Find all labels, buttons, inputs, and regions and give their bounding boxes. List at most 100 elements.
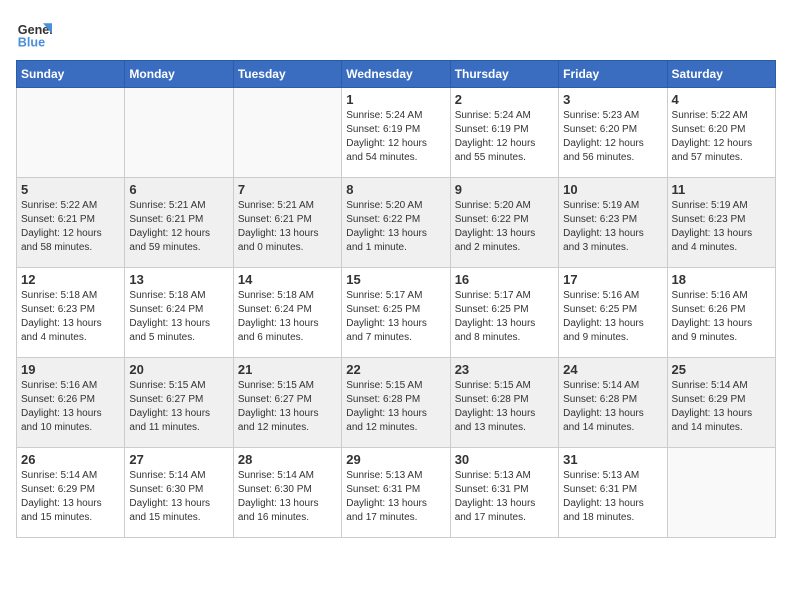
day-info: Sunrise: 5:13 AM Sunset: 6:31 PM Dayligh… (346, 469, 445, 525)
calendar-cell: 2Sunrise: 5:24 AM Sunset: 6:19 PM Daylig… (450, 88, 558, 178)
day-number: 19 (21, 362, 120, 377)
day-number: 7 (238, 182, 337, 197)
calendar-cell: 26 Sunrise: 5:14 AM Sunset: 6:29 PM Dayli… (17, 448, 125, 538)
day-number: 8 (346, 182, 445, 197)
logo: General Blue (16, 16, 52, 52)
day-info: Sunrise: 5:15 AM Sunset: 6:28 PM Dayligh… (455, 379, 554, 435)
day-number: 20 (129, 362, 228, 377)
day-info: Sunrise: 5:16 AM Sunset: 6:26 PM Dayligh… (21, 379, 120, 435)
day-number: 14 (238, 272, 337, 287)
day-number: 15 (346, 272, 445, 287)
day-info: Sunrise: 5:19 AM Sunset: 6:23 PM Dayligh… (563, 199, 662, 255)
day-info: Sunrise: 5:16 AM Sunset: 6:25 PM Dayligh… (563, 289, 662, 345)
calendar-cell: 3 Sunrise: 5:23 AM Sunset: 6:20 PM Daylig… (559, 88, 667, 178)
calendar-cell (667, 448, 775, 538)
day-info: Sunrise: 5:15 AM Sunset: 6:27 PM Dayligh… (238, 379, 337, 435)
day-info: Sunrise: 5:18 AM Sunset: 6:23 PM Dayligh… (21, 289, 120, 345)
calendar-cell: 14 Sunrise: 5:18 AM Sunset: 6:24 PM Dayli… (233, 268, 341, 358)
day-info: Sunrise: 5:13 AM Sunset: 6:31 PM Dayligh… (455, 469, 554, 525)
calendar-cell: 12 Sunrise: 5:18 AM Sunset: 6:23 PM Dayli… (17, 268, 125, 358)
day-number: 18 (672, 272, 771, 287)
day-number: 16 (455, 272, 554, 287)
day-number: 23 (455, 362, 554, 377)
day-of-week-header: Saturday (667, 61, 775, 88)
day-info: Sunrise: 5:15 AM Sunset: 6:27 PM Dayligh… (129, 379, 228, 435)
day-number: 12 (21, 272, 120, 287)
day-info: Sunrise: 5:19 AM Sunset: 6:23 PM Dayligh… (672, 199, 771, 255)
calendar-cell: 22 Sunrise: 5:15 AM Sunset: 6:28 PM Dayli… (342, 358, 450, 448)
calendar-cell: 17Sunrise: 5:16 AM Sunset: 6:25 PM Dayli… (559, 268, 667, 358)
day-info: Sunrise: 5:22 AM Sunset: 6:20 PM Dayligh… (672, 109, 771, 165)
day-info: Sunrise: 5:14 AM Sunset: 6:30 PM Dayligh… (129, 469, 228, 525)
day-info: Sunrise: 5:14 AM Sunset: 6:30 PM Dayligh… (238, 469, 337, 525)
calendar-cell: 25 Sunrise: 5:14 AM Sunset: 6:29 PM Dayli… (667, 358, 775, 448)
calendar-cell: 27 Sunrise: 5:14 AM Sunset: 6:30 PM Dayli… (125, 448, 233, 538)
day-info: Sunrise: 5:18 AM Sunset: 6:24 PM Dayligh… (129, 289, 228, 345)
day-info: Sunrise: 5:21 AM Sunset: 6:21 PM Dayligh… (238, 199, 337, 255)
day-number: 11 (672, 182, 771, 197)
calendar-cell: 10 Sunrise: 5:19 AM Sunset: 6:23 PM Dayli… (559, 178, 667, 268)
day-info: Sunrise: 5:23 AM Sunset: 6:20 PM Dayligh… (563, 109, 662, 165)
day-of-week-header: Thursday (450, 61, 558, 88)
day-number: 29 (346, 452, 445, 467)
calendar-cell: 11 Sunrise: 5:19 AM Sunset: 6:23 PM Dayli… (667, 178, 775, 268)
calendar-cell (17, 88, 125, 178)
day-number: 26 (21, 452, 120, 467)
calendar-cell: 4Sunrise: 5:22 AM Sunset: 6:20 PM Daylig… (667, 88, 775, 178)
calendar-cell: 5 Sunrise: 5:22 AM Sunset: 6:21 PM Daylig… (17, 178, 125, 268)
day-info: Sunrise: 5:20 AM Sunset: 6:22 PM Dayligh… (455, 199, 554, 255)
calendar-cell: 31 Sunrise: 5:13 AM Sunset: 6:31 PM Dayli… (559, 448, 667, 538)
day-number: 21 (238, 362, 337, 377)
logo-icon: General Blue (16, 16, 52, 52)
day-number: 28 (238, 452, 337, 467)
day-number: 5 (21, 182, 120, 197)
page-header: General Blue (16, 16, 776, 52)
day-info: Sunrise: 5:21 AM Sunset: 6:21 PM Dayligh… (129, 199, 228, 255)
calendar-cell: 1 Sunrise: 5:24 AM Sunset: 6:19 PM Daylig… (342, 88, 450, 178)
day-info: Sunrise: 5:24 AM Sunset: 6:19 PM Dayligh… (346, 109, 445, 165)
calendar-cell: 19 Sunrise: 5:16 AM Sunset: 6:26 PM Dayli… (17, 358, 125, 448)
day-number: 9 (455, 182, 554, 197)
calendar-cell: 15 Sunrise: 5:17 AM Sunset: 6:25 PM Dayli… (342, 268, 450, 358)
svg-text:Blue: Blue (18, 36, 45, 50)
calendar-cell: 20 Sunrise: 5:15 AM Sunset: 6:27 PM Dayli… (125, 358, 233, 448)
day-info: Sunrise: 5:18 AM Sunset: 6:24 PM Dayligh… (238, 289, 337, 345)
day-of-week-header: Wednesday (342, 61, 450, 88)
day-info: Sunrise: 5:13 AM Sunset: 6:31 PM Dayligh… (563, 469, 662, 525)
day-of-week-header: Sunday (17, 61, 125, 88)
day-info: Sunrise: 5:24 AM Sunset: 6:19 PM Dayligh… (455, 109, 554, 165)
calendar-cell: 13 Sunrise: 5:18 AM Sunset: 6:24 PM Dayli… (125, 268, 233, 358)
day-number: 10 (563, 182, 662, 197)
day-info: Sunrise: 5:17 AM Sunset: 6:25 PM Dayligh… (455, 289, 554, 345)
day-of-week-header: Tuesday (233, 61, 341, 88)
calendar-cell: 16 Sunrise: 5:17 AM Sunset: 6:25 PM Dayli… (450, 268, 558, 358)
day-number: 31 (563, 452, 662, 467)
day-of-week-header: Friday (559, 61, 667, 88)
calendar-cell: 7 Sunrise: 5:21 AM Sunset: 6:21 PM Daylig… (233, 178, 341, 268)
day-info: Sunrise: 5:14 AM Sunset: 6:29 PM Dayligh… (672, 379, 771, 435)
day-number: 25 (672, 362, 771, 377)
day-info: Sunrise: 5:20 AM Sunset: 6:22 PM Dayligh… (346, 199, 445, 255)
calendar-table: SundayMondayTuesdayWednesdayThursdayFrid… (16, 60, 776, 538)
calendar-cell: 30 Sunrise: 5:13 AM Sunset: 6:31 PM Dayli… (450, 448, 558, 538)
day-number: 27 (129, 452, 228, 467)
calendar-cell (233, 88, 341, 178)
day-info: Sunrise: 5:17 AM Sunset: 6:25 PM Dayligh… (346, 289, 445, 345)
day-number: 24 (563, 362, 662, 377)
calendar-cell: 6Sunrise: 5:21 AM Sunset: 6:21 PM Daylig… (125, 178, 233, 268)
day-info: Sunrise: 5:22 AM Sunset: 6:21 PM Dayligh… (21, 199, 120, 255)
calendar-cell: 21 Sunrise: 5:15 AM Sunset: 6:27 PM Dayli… (233, 358, 341, 448)
day-number: 13 (129, 272, 228, 287)
day-of-week-header: Monday (125, 61, 233, 88)
calendar-cell: 8 Sunrise: 5:20 AM Sunset: 6:22 PM Daylig… (342, 178, 450, 268)
day-info: Sunrise: 5:15 AM Sunset: 6:28 PM Dayligh… (346, 379, 445, 435)
day-info: Sunrise: 5:16 AM Sunset: 6:26 PM Dayligh… (672, 289, 771, 345)
day-number: 22 (346, 362, 445, 377)
day-number: 30 (455, 452, 554, 467)
calendar-cell: 24 Sunrise: 5:14 AM Sunset: 6:28 PM Dayli… (559, 358, 667, 448)
day-info: Sunrise: 5:14 AM Sunset: 6:29 PM Dayligh… (21, 469, 120, 525)
day-info: Sunrise: 5:14 AM Sunset: 6:28 PM Dayligh… (563, 379, 662, 435)
day-number: 1 (346, 92, 445, 107)
day-number: 3 (563, 92, 662, 107)
calendar-cell: 9 Sunrise: 5:20 AM Sunset: 6:22 PM Daylig… (450, 178, 558, 268)
